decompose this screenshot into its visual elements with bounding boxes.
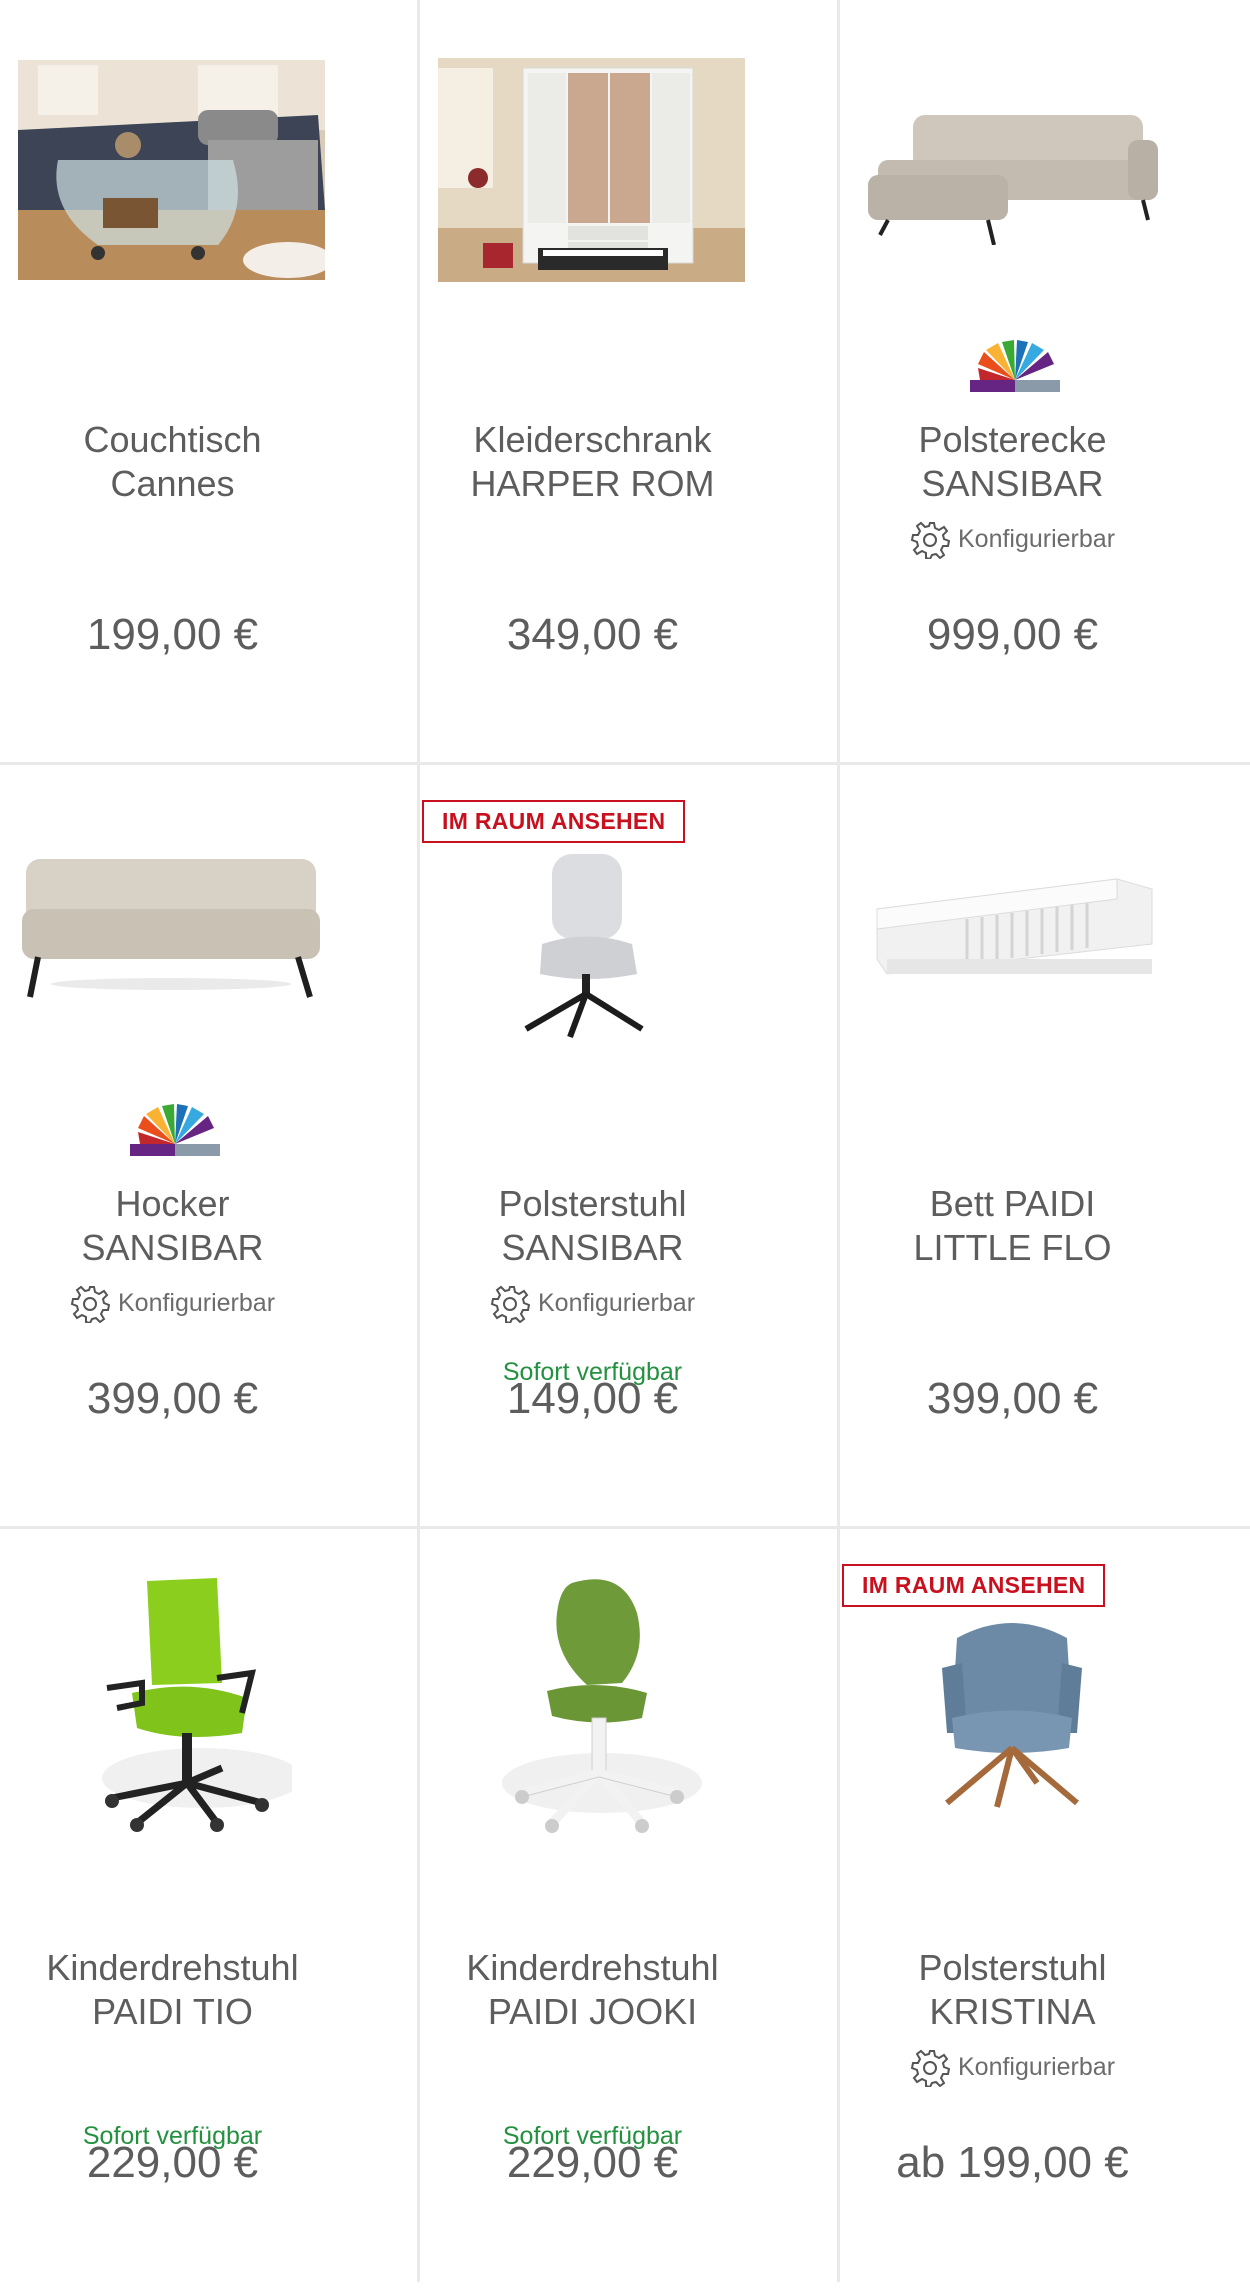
view-in-room-badge[interactable]: IM RAUM ANSEHEN xyxy=(422,800,686,843)
product-card[interactable]: Kleiderschrank HARPER ROM 349,00 € xyxy=(420,0,838,764)
product-card[interactable]: IM RAUM ANSEHEN Polsterstuhl SANSIBAR Ko… xyxy=(420,764,838,1528)
product-image[interactable] xyxy=(858,824,1165,1024)
product-card[interactable]: Kinderdrehstuhl PAIDI TIO Sofort verfügb… xyxy=(0,1528,418,2292)
product-title-line: SANSIBAR xyxy=(921,463,1104,504)
color-palette-icon xyxy=(130,1104,220,1156)
glass-coffee-table-photo xyxy=(18,60,325,280)
product-title-line: KRISTINA xyxy=(929,1991,1096,2032)
product-title-line: Polsterstuhl xyxy=(498,1183,687,1224)
gear-icon xyxy=(910,521,950,559)
product-title-line: PAIDI TIO xyxy=(92,1991,253,2032)
ottoman-photo xyxy=(22,859,320,998)
configurable-note: Konfigurierbar xyxy=(840,2047,1185,2087)
gear-icon xyxy=(910,2049,950,2087)
white-wardrobe-photo xyxy=(438,58,745,282)
gear-icon xyxy=(490,1285,530,1323)
product-card[interactable]: Polsterecke SANSIBAR Konfigurierbar 999,… xyxy=(840,0,1250,764)
product-image[interactable] xyxy=(438,1568,745,1838)
product-card[interactable]: IM RAUM ANSEHEN Polsterstuhl KRISTINA Ko… xyxy=(840,1528,1250,2292)
color-palette-icon xyxy=(970,340,1060,392)
product-title-line: Kinderdrehstuhl xyxy=(466,1947,719,1988)
product-title-line: Polsterecke xyxy=(918,419,1107,460)
product-card[interactable]: Bett PAIDI LITTLE FLO 399,00 € xyxy=(840,764,1250,1528)
product-title[interactable]: Polsterstuhl SANSIBAR xyxy=(420,1182,765,1270)
grey-swivel-chair-photo xyxy=(523,854,644,1039)
product-price: 999,00 € xyxy=(926,610,1099,659)
product-title-line: Couchtisch xyxy=(83,419,262,460)
product-price: 229,00 € xyxy=(86,2138,259,2187)
product-title[interactable]: Polsterecke SANSIBAR xyxy=(840,418,1185,506)
product-title-line: LITTLE FLO xyxy=(913,1227,1112,1268)
product-price: 149,00 € xyxy=(506,1374,679,1423)
product-title[interactable]: Kinderdrehstuhl PAIDI TIO xyxy=(0,1946,345,2034)
product-title[interactable]: Polsterstuhl KRISTINA xyxy=(840,1946,1185,2034)
product-title-line: Kinderdrehstuhl xyxy=(46,1947,299,1988)
product-title-line: Cannes xyxy=(110,463,235,504)
configurable-label: Konfigurierbar xyxy=(957,2052,1116,2081)
product-card[interactable]: Kinderdrehstuhl PAIDI JOOKI Sofort verfü… xyxy=(420,1528,838,2292)
product-title-line: Hocker xyxy=(115,1183,230,1224)
green-office-chair-photo xyxy=(101,1578,292,1832)
product-image[interactable] xyxy=(858,40,1165,300)
product-title[interactable]: Bett PAIDI LITTLE FLO xyxy=(840,1182,1185,1270)
product-card[interactable]: Couchtisch Cannes 199,00 € xyxy=(0,0,418,764)
product-price: ab 199,00 € xyxy=(896,2138,1129,2187)
product-title-line: Kleiderschrank xyxy=(473,419,712,460)
product-image[interactable] xyxy=(858,1608,1165,1808)
corner-sofa-photo xyxy=(868,115,1158,245)
product-title-line: SANSIBAR xyxy=(501,1227,684,1268)
green-kids-chair-photo xyxy=(501,1579,702,1833)
product-title[interactable]: Hocker SANSIBAR xyxy=(0,1182,345,1270)
product-title-line: HARPER ROM xyxy=(470,463,715,504)
blue-armchair-photo xyxy=(941,1623,1082,1808)
product-title[interactable]: Couchtisch Cannes xyxy=(0,418,345,506)
product-card[interactable]: Hocker SANSIBAR Konfigurierbar 399,00 € xyxy=(0,764,418,1528)
product-title-line: Bett PAIDI xyxy=(929,1183,1096,1224)
product-price: 399,00 € xyxy=(926,1374,1099,1423)
configurable-note: Konfigurierbar xyxy=(840,519,1185,559)
product-image[interactable] xyxy=(18,40,325,300)
product-price: 229,00 € xyxy=(506,2138,679,2187)
product-image[interactable] xyxy=(18,824,325,1024)
product-grid: Couchtisch Cannes 199,00 € Kleiderschran… xyxy=(0,0,1250,2282)
product-price: 199,00 € xyxy=(86,610,259,659)
product-title-line: PAIDI JOOKI xyxy=(487,1991,698,2032)
product-image[interactable] xyxy=(438,40,745,300)
product-image[interactable] xyxy=(18,1568,325,1838)
configurable-label: Konfigurierbar xyxy=(957,524,1116,553)
view-in-room-badge[interactable]: IM RAUM ANSEHEN xyxy=(842,1564,1106,1607)
product-price: 399,00 € xyxy=(86,1374,259,1423)
product-title[interactable]: Kleiderschrank HARPER ROM xyxy=(420,418,765,506)
product-price: 349,00 € xyxy=(506,610,679,659)
configurable-label: Konfigurierbar xyxy=(117,1288,276,1317)
configurable-label: Konfigurierbar xyxy=(537,1288,696,1317)
configurable-note: Konfigurierbar xyxy=(0,1283,345,1323)
product-title[interactable]: Kinderdrehstuhl PAIDI JOOKI xyxy=(420,1946,765,2034)
gear-icon xyxy=(70,1285,110,1323)
configurable-note: Konfigurierbar xyxy=(420,1283,765,1323)
white-kids-bed-photo xyxy=(876,878,1152,975)
product-title-line: SANSIBAR xyxy=(81,1227,264,1268)
product-image[interactable] xyxy=(438,844,745,1044)
product-title-line: Polsterstuhl xyxy=(918,1947,1107,1988)
